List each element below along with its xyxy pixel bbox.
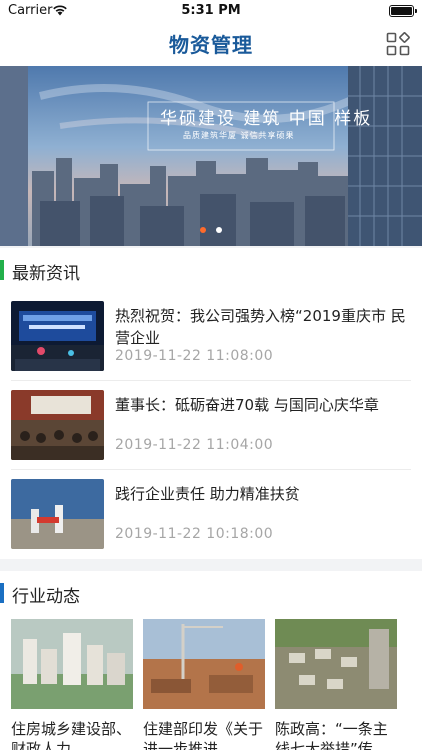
- news-list: 热烈祝贺：我公司强势入榜“2019重庆市 民营企业 2019-11-22 11:…: [0, 292, 422, 559]
- news-section-title: 最新资讯: [12, 264, 80, 284]
- industry-section-accent-bar: [0, 583, 4, 603]
- news-item-title: 董事长：砥砺奋进70载 与国同心庆华章: [115, 396, 379, 414]
- industry-card[interactable]: 住房城乡建设部、财政人力: [11, 619, 133, 750]
- news-section-header: 最新资讯: [0, 248, 422, 292]
- industry-thumbnail-construction-site: [143, 619, 265, 709]
- news-thumbnail-conference: [11, 301, 104, 371]
- grid-apps-icon[interactable]: [386, 32, 410, 56]
- banner-carousel[interactable]: 华硕建设 建筑 中国 样板 品质建筑华厦 诚信共享硕果: [0, 66, 422, 246]
- news-item-time: 2019-11-22 11:08:00: [115, 348, 274, 364]
- news-item-title: 热烈祝贺：我公司强势入榜“2019重庆市 民营企业: [115, 307, 406, 347]
- news-item[interactable]: 践行企业责任 助力精准扶贫 2019-11-22 10:18:00: [0, 470, 422, 559]
- news-item[interactable]: 热烈祝贺：我公司强势入榜“2019重庆市 民营企业 2019-11-22 11:…: [0, 292, 422, 381]
- carousel-dot-2[interactable]: [216, 227, 222, 233]
- clock: 5:31 PM: [181, 3, 241, 18]
- banner-brand-text: 华硕建设 建筑 中国 样板: [160, 109, 373, 129]
- industry-section-title: 行业动态: [12, 587, 80, 607]
- news-item-time: 2019-11-22 10:18:00: [115, 526, 274, 542]
- industry-card[interactable]: 陈政高：“一条主线七大举措”传: [275, 619, 397, 750]
- news-item-time: 2019-11-22 11:04:00: [115, 437, 274, 453]
- news-thumbnail-charity: [11, 479, 104, 549]
- industry-card-title: 陈政高：“一条主线七大举措”传: [275, 720, 388, 750]
- industry-section-header: 行业动态: [0, 571, 422, 615]
- industry-card-row: 住房城乡建设部、财政人力 住建部印发《关于进一步推进 陈政高：“一条主线七大举措…: [0, 615, 422, 750]
- carousel-dot-1[interactable]: [200, 227, 206, 233]
- industry-thumbnail-rendering: [11, 619, 133, 709]
- news-item-title: 践行企业责任 助力精准扶贫: [115, 485, 300, 503]
- industry-card[interactable]: 住建部印发《关于进一步推进: [143, 619, 265, 750]
- banner-slogan-text: 品质建筑华厦 诚信共享硕果: [183, 131, 295, 140]
- industry-card-title: 住房城乡建设部、财政人力: [11, 720, 132, 750]
- battery-icon: [389, 5, 417, 17]
- industry-card-title: 住建部印发《关于进一步推进: [143, 720, 264, 750]
- navigation-bar: 物资管理: [0, 22, 422, 66]
- status-bar: Carrier 5:31 PM: [0, 0, 422, 22]
- news-thumbnail-ceremony: [11, 390, 104, 460]
- page-title: 物资管理: [169, 33, 253, 57]
- industry-thumbnail-aerial-view: [275, 619, 397, 709]
- city-skyline-image: [0, 66, 422, 246]
- news-item[interactable]: 董事长：砥砺奋进70载 与国同心庆华章 2019-11-22 11:04:00: [0, 381, 422, 470]
- news-section-accent-bar: [0, 260, 4, 280]
